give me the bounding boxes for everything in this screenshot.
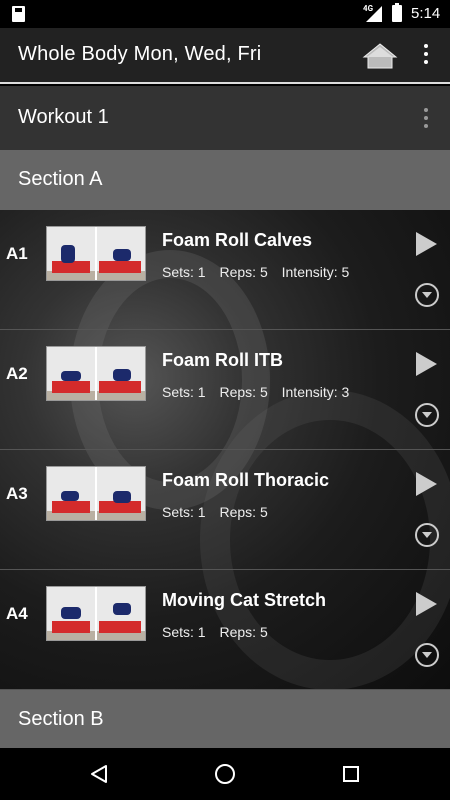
exercise-intensity: Intensity: 5 — [281, 264, 350, 280]
battery-icon — [392, 3, 402, 22]
exercise-name: Foam Roll ITB — [162, 350, 283, 370]
exercise-thumbnail[interactable] — [46, 586, 146, 641]
exercise-reps: Reps: 5 — [219, 624, 268, 640]
play-icon[interactable] — [416, 232, 437, 256]
section-title: Section A — [18, 168, 103, 190]
workout-title: Workout 1 — [18, 106, 109, 128]
exercise-sets: Sets: 1 — [162, 624, 206, 640]
play-icon[interactable] — [416, 472, 437, 496]
exercise-row[interactable]: A3 Foam Roll Thoracic Sets: 1 Reps: 5 — [0, 450, 450, 570]
exercise-code: A3 — [6, 484, 28, 503]
exercise-thumbnail[interactable] — [46, 346, 146, 401]
action-bar: Whole Body Mon, Wed, Fri — [0, 28, 450, 84]
sd-card-icon — [12, 6, 25, 22]
navigation-bar — [0, 748, 450, 800]
exercise-code: A4 — [6, 604, 28, 623]
workout-header[interactable]: Workout 1 — [0, 86, 450, 150]
exercise-meta: Sets: 1 Reps: 5 — [162, 504, 278, 520]
signal-icon — [366, 6, 382, 22]
expand-circle-icon[interactable] — [415, 643, 439, 667]
exercise-sets: Sets: 1 — [162, 384, 206, 400]
exercise-intensity: Intensity: 3 — [281, 384, 350, 400]
exercise-row[interactable]: A4 Moving Cat Stretch Sets: 1 Reps: 5 — [0, 570, 450, 690]
exercise-code: A1 — [6, 244, 28, 263]
section-header-b[interactable]: Section B — [0, 690, 450, 748]
recents-icon[interactable] — [343, 766, 359, 782]
expand-circle-icon[interactable] — [415, 523, 439, 547]
exercise-row[interactable]: A1 Foam Roll Calves Sets: 1 Reps: 5 Inte… — [0, 210, 450, 330]
exercise-reps: Reps: 5 — [219, 384, 268, 400]
home-circle-icon[interactable] — [215, 764, 235, 784]
exercise-meta: Sets: 1 Reps: 5 Intensity: 5 — [162, 264, 359, 280]
exercise-row[interactable]: A2 Foam Roll ITB Sets: 1 Reps: 5 Intensi… — [0, 330, 450, 450]
back-icon[interactable] — [89, 764, 109, 784]
exercise-thumbnail[interactable] — [46, 226, 146, 281]
exercise-name: Foam Roll Thoracic — [162, 470, 330, 490]
exercise-sets: Sets: 1 — [162, 264, 206, 280]
exercise-reps: Reps: 5 — [219, 504, 268, 520]
overflow-menu-icon[interactable] — [418, 44, 434, 68]
status-bar: 4G 5:14 — [0, 0, 450, 28]
home-icon — [362, 43, 398, 69]
status-time: 5:14 — [411, 5, 441, 22]
play-icon[interactable] — [416, 352, 437, 376]
exercise-code: A2 — [6, 364, 28, 383]
exercise-thumbnail[interactable] — [46, 466, 146, 521]
page-title: Whole Body Mon, Wed, Fri — [18, 43, 262, 65]
exercise-list: A1 Foam Roll Calves Sets: 1 Reps: 5 Inte… — [0, 210, 450, 690]
expand-circle-icon[interactable] — [415, 403, 439, 427]
workout-overflow-menu-icon[interactable] — [418, 108, 434, 132]
home-button[interactable] — [362, 42, 398, 70]
exercise-meta: Sets: 1 Reps: 5 — [162, 624, 278, 640]
play-icon[interactable] — [416, 592, 437, 616]
section-header-a[interactable]: Section A — [0, 150, 450, 210]
exercise-meta: Sets: 1 Reps: 5 Intensity: 3 — [162, 384, 359, 400]
exercise-name: Moving Cat Stretch — [162, 590, 327, 610]
expand-circle-icon[interactable] — [415, 283, 439, 307]
exercise-reps: Reps: 5 — [219, 264, 268, 280]
exercise-sets: Sets: 1 — [162, 504, 206, 520]
exercise-name: Foam Roll Calves — [162, 230, 313, 250]
section-title: Section B — [18, 708, 104, 730]
